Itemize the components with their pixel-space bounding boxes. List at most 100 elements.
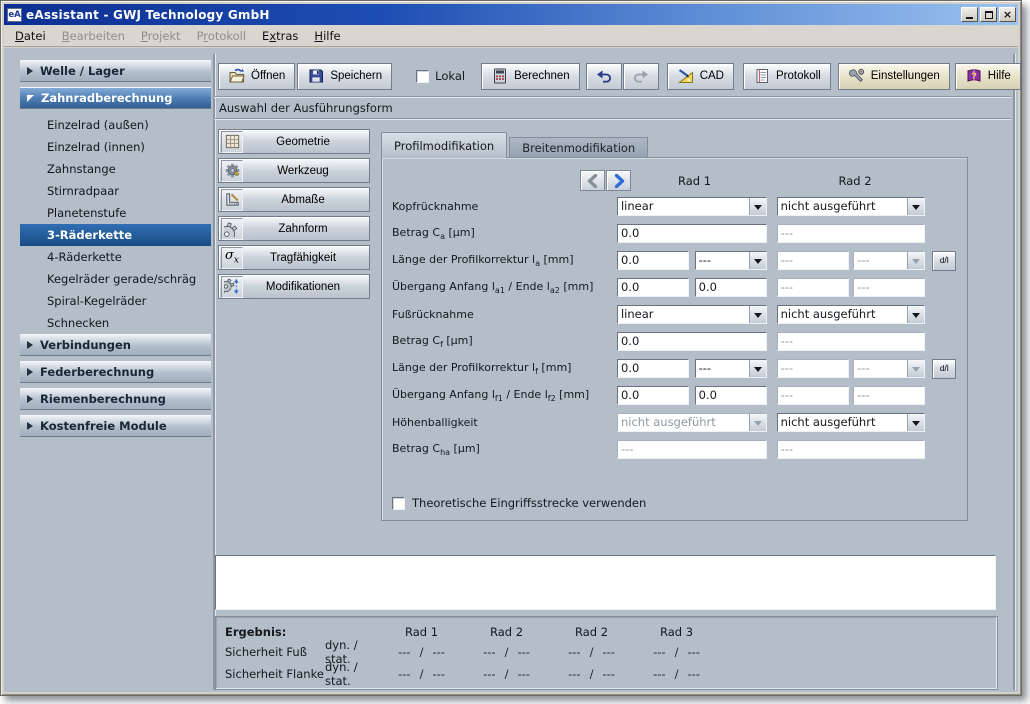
modification-icon: [221, 276, 243, 298]
module-button-werkzeug[interactable]: Werkzeug: [218, 158, 370, 183]
label-text: / Ende l: [505, 280, 550, 293]
sidebar-section-riemenberechnung[interactable]: Riemenberechnung: [20, 388, 211, 410]
laenge-profilkorrektur-la-rad1-2-select[interactable]: ---: [695, 251, 767, 270]
module-button-zahnform[interactable]: Zahnform: [218, 216, 370, 241]
redo-icon: [632, 68, 650, 84]
hilfe-button[interactable]: ?Hilfe: [955, 63, 1021, 90]
button-label: Speichern: [330, 70, 382, 82]
close-button[interactable]: ×: [999, 7, 1016, 22]
minimize-button[interactable]: [961, 7, 978, 22]
sidebar-item-kegelraeder-gerade-schraeg[interactable]: Kegelräder gerade/schräg: [20, 268, 211, 290]
laenge-profilkorrektur-lf-rad1-1-input[interactable]: 0.0: [617, 359, 689, 378]
tab-profilmodifikation[interactable]: Profilmodifikation: [381, 132, 507, 158]
label-text: Betrag C: [392, 226, 440, 239]
sidebar-item-spiral-kegelraeder[interactable]: Spiral-Kegelräder: [20, 290, 211, 312]
dropdown-arrow-icon[interactable]: [749, 306, 766, 323]
sidebar-section-zahnradberechnung[interactable]: Zahnradberechnung: [20, 87, 211, 109]
sidebar-section-welle-lager[interactable]: Welle / Lager: [20, 60, 211, 82]
label-subscript: f2: [548, 394, 556, 403]
module-button-tragfaehigkeit[interactable]: σxTragfähigkeit: [218, 245, 370, 270]
speichern-button[interactable]: Speichern: [297, 63, 392, 90]
form-row-laenge-profilkorrektur-la: Länge der Profilkorrektur la [mm]0.0----…: [392, 251, 963, 270]
laenge-profilkorrektur-lf-rad1-2-select[interactable]: ---: [695, 359, 767, 378]
berechnen-button[interactable]: Berechnen: [481, 63, 580, 90]
dropdown-arrow-icon: [907, 360, 924, 377]
menu-datei[interactable]: Datei: [7, 26, 54, 46]
module-nav: Geometrie Werkzeug Abmaße Zahnform σxTragfäh…: [218, 129, 370, 303]
laenge-profilkorrektur-la-diameter-length-toggle-button[interactable]: d/l: [932, 251, 956, 271]
einstellungen-button[interactable]: Einstellungen: [838, 63, 950, 90]
sidebar-item-label: Spiral-Kegelräder: [47, 294, 146, 308]
sidebar-item-einzelrad-aussen[interactable]: Einzelrad (außen): [20, 114, 211, 136]
sidebar-item-schnecken[interactable]: Schnecken: [20, 312, 211, 334]
theoretical-path-checkbox[interactable]: [392, 497, 405, 510]
theoretical-path-checkbox-row: Theoretische Eingriffsstrecke verwenden: [392, 496, 646, 510]
label-text: [mm]: [540, 253, 574, 266]
laenge-profilkorrektur-lf-diameter-length-toggle-button[interactable]: d/l: [932, 359, 956, 379]
close-icon: ×: [1003, 8, 1012, 21]
laenge-profilkorrektur-la-rad2-1-input: ---: [777, 251, 849, 270]
sidebar-section-kostenfreie-module[interactable]: Kostenfreie Module: [20, 415, 211, 437]
title-bar[interactable]: eA eAssistant - GWJ Technology GmbH ×: [4, 4, 1018, 25]
module-button-modifikationen[interactable]: Modifikationen: [218, 274, 370, 299]
static-value: ---: [602, 667, 614, 681]
label-text: Länge der Profilkorrektur l: [392, 361, 535, 374]
sidebar-item-stirnradpaar[interactable]: Stirnradpaar: [20, 180, 211, 202]
module-button-label: Geometrie: [243, 136, 369, 148]
betrag-ca-rad1-input[interactable]: 0.0: [617, 224, 767, 243]
undo-button[interactable]: [586, 63, 622, 90]
button-label: CAD: [700, 70, 724, 82]
maximize-button[interactable]: [980, 7, 997, 22]
down-triangle-icon: [754, 205, 762, 214]
uebergang-lf1-lf2-rad1-1-input[interactable]: 0.0: [617, 386, 689, 405]
sidebar-item-zahnstange[interactable]: Zahnstange: [20, 158, 211, 180]
results-column-header: Rad 1: [379, 625, 464, 639]
uebergang-la1-la2-rad1-1-input[interactable]: 0.0: [617, 278, 689, 297]
triangle-collapsed-icon: [27, 395, 33, 403]
betrag-cha-rad2-cell: ---: [777, 440, 926, 459]
previous-pair-button[interactable]: [580, 170, 605, 191]
sidebar-item-planetenstufe[interactable]: Planetenstufe: [20, 202, 211, 224]
sidebar-section-label: Riemenberechnung: [40, 392, 166, 406]
form-row-fussruecknahme: Fußrücknahmelinear nicht ausgeführt: [392, 305, 963, 324]
sidebar-section-federberechnung[interactable]: Federberechnung: [20, 361, 211, 383]
kopfruecknahme-rad2-select[interactable]: nicht ausgeführt: [777, 197, 926, 216]
module-button-geometrie[interactable]: Geometrie: [218, 129, 370, 154]
sidebar-section-verbindungen[interactable]: Verbindungen: [20, 334, 211, 356]
laenge-profilkorrektur-lf-rad2-1-input: ---: [777, 359, 849, 378]
row-label-fussruecknahme: Fußrücknahme: [392, 308, 617, 321]
uebergang-la1-la2-rad1-2-input[interactable]: 0.0: [695, 278, 767, 297]
menu-extras[interactable]: Extras: [254, 26, 306, 46]
dropdown-arrow-icon[interactable]: [749, 198, 766, 215]
uebergang-lf1-lf2-rad1-2-input[interactable]: 0.0: [695, 386, 767, 405]
fussruecknahme-rad1-select[interactable]: linear: [617, 305, 767, 324]
oeffnen-button[interactable]: Öffnen: [218, 63, 295, 90]
dropdown-arrow-icon[interactable]: [749, 360, 766, 377]
sidebar-item-3-raederkette[interactable]: 3-Räderkette: [20, 224, 211, 246]
fussruecknahme-rad2-select[interactable]: nicht ausgeführt: [777, 305, 926, 324]
sidebar-item-einzelrad-innen[interactable]: Einzelrad (innen): [20, 136, 211, 158]
sidebar-item-label: Kegelräder gerade/schräg: [47, 272, 196, 286]
cad-button[interactable]: CAD: [667, 63, 734, 90]
lokal-checkbox[interactable]: [416, 70, 429, 83]
right-divider: [1013, 54, 1015, 690]
dropdown-arrow-icon[interactable]: [907, 306, 924, 323]
kopfruecknahme-rad2-cell: nicht ausgeführt: [777, 197, 926, 216]
dropdown-arrow-icon[interactable]: [749, 252, 766, 269]
hoehenballigkeit-rad2-select[interactable]: nicht ausgeführt: [777, 413, 926, 432]
tab-breitenmodifikation[interactable]: Breitenmodifikation: [509, 137, 648, 157]
message-output-box[interactable]: [215, 555, 996, 610]
protokoll-button[interactable]: Protokoll: [743, 63, 831, 90]
button-label: Einstellungen: [871, 70, 940, 82]
laenge-profilkorrektur-la-rad1-1-input[interactable]: 0.0: [617, 251, 689, 270]
dropdown-arrow-icon[interactable]: [907, 414, 924, 431]
kopfruecknahme-rad1-select[interactable]: linear: [617, 197, 767, 216]
module-button-abmasse[interactable]: Abmaße: [218, 187, 370, 212]
sidebar-item-4-raederkette[interactable]: 4-Räderkette: [20, 246, 211, 268]
static-value: ---: [432, 645, 444, 659]
betrag-cf-rad1-input[interactable]: 0.0: [617, 332, 767, 351]
menu-hilfe[interactable]: Hilfe: [306, 26, 348, 46]
laenge-profilkorrektur-lf-rad1-cell: 0.0 ---: [617, 359, 767, 378]
dropdown-arrow-icon[interactable]: [907, 198, 924, 215]
module-button-label: Zahnform: [243, 223, 369, 235]
